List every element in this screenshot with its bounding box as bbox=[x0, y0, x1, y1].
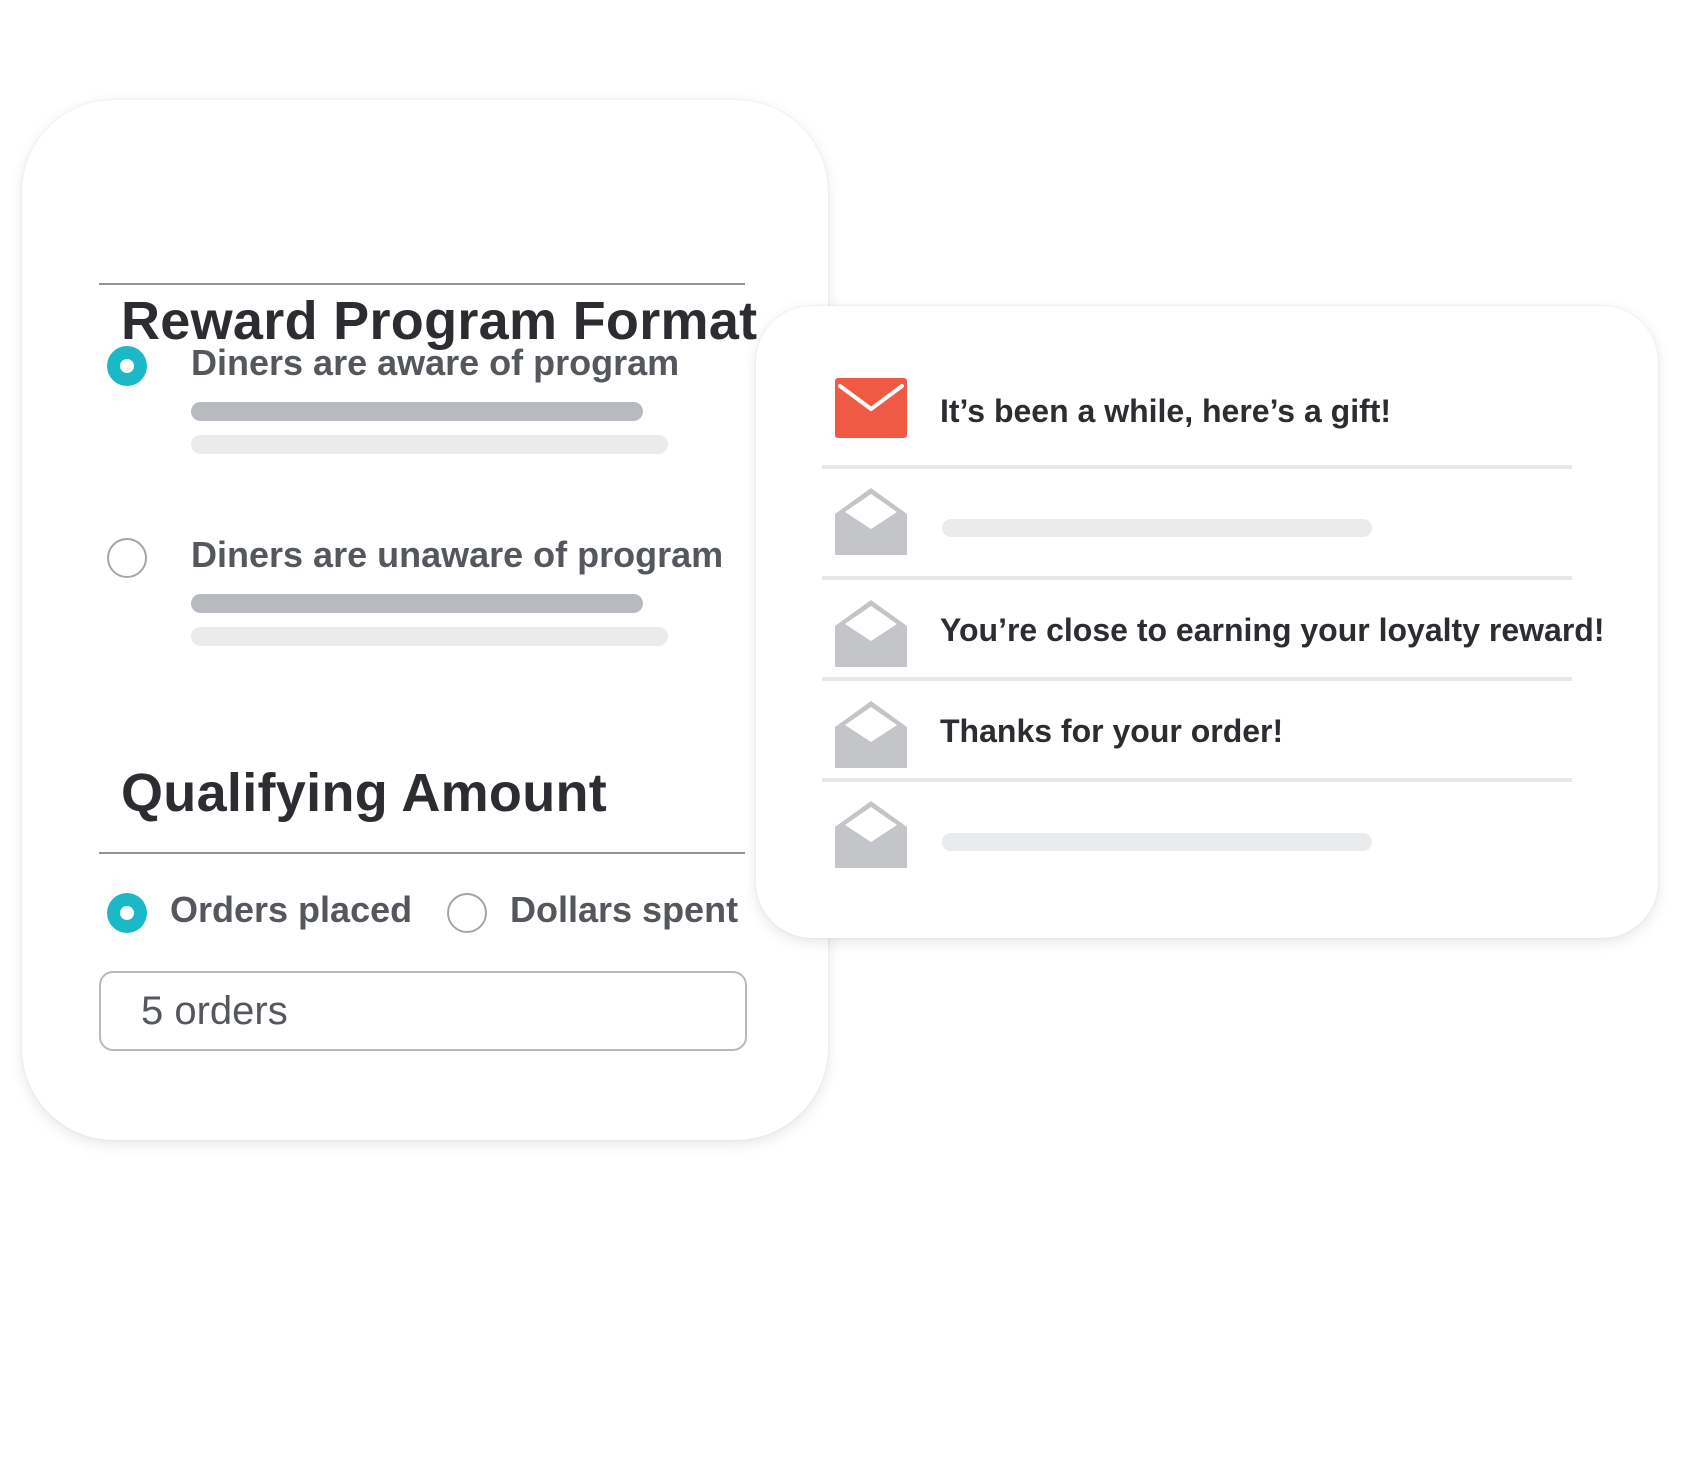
description-placeholder-line bbox=[191, 435, 668, 454]
description-placeholder-line bbox=[191, 402, 643, 421]
open-envelope-icon bbox=[835, 600, 907, 667]
message-subject: You’re close to earning your loyalty rew… bbox=[940, 612, 1605, 648]
row-divider bbox=[822, 576, 1572, 580]
open-envelope-icon bbox=[835, 801, 907, 868]
qualifying-amount-title: Qualifying Amount bbox=[121, 763, 608, 823]
dollars-spent-label[interactable]: Dollars spent bbox=[510, 889, 738, 931]
message-row[interactable] bbox=[756, 474, 1658, 570]
messages-card: It’s been a while, here’s a gift! You’re… bbox=[756, 306, 1658, 938]
aware-option-label[interactable]: Diners are aware of program bbox=[191, 342, 679, 384]
message-row[interactable]: It’s been a while, here’s a gift! bbox=[756, 366, 1658, 462]
row-divider bbox=[822, 778, 1572, 782]
orders-placed-radio[interactable] bbox=[107, 893, 147, 933]
section-divider bbox=[99, 852, 745, 854]
open-envelope-icon bbox=[835, 701, 907, 768]
open-envelope-icon bbox=[835, 488, 907, 555]
message-row[interactable] bbox=[756, 787, 1658, 883]
aware-radio[interactable] bbox=[107, 346, 147, 386]
section-divider bbox=[99, 283, 745, 285]
description-placeholder-line bbox=[191, 627, 668, 646]
description-placeholder-line bbox=[191, 594, 643, 613]
reward-settings-card: Reward Program Format Diners are aware o… bbox=[22, 100, 828, 1140]
message-subject: Thanks for your order! bbox=[940, 713, 1284, 749]
message-row[interactable]: Thanks for your order! bbox=[756, 687, 1658, 783]
row-divider bbox=[822, 465, 1572, 469]
unaware-radio[interactable] bbox=[107, 538, 147, 578]
message-subject-placeholder bbox=[942, 833, 1372, 851]
row-divider bbox=[822, 677, 1572, 681]
orders-placed-label[interactable]: Orders placed bbox=[170, 889, 412, 931]
qualifying-amount-input[interactable] bbox=[99, 971, 747, 1051]
closed-envelope-icon bbox=[835, 378, 907, 438]
unaware-option-label[interactable]: Diners are unaware of program bbox=[191, 534, 723, 576]
message-row[interactable]: You’re close to earning your loyalty rew… bbox=[756, 586, 1658, 682]
message-subject: It’s been a while, here’s a gift! bbox=[940, 393, 1392, 429]
dollars-spent-radio[interactable] bbox=[447, 893, 487, 933]
message-subject-placeholder bbox=[942, 519, 1372, 537]
